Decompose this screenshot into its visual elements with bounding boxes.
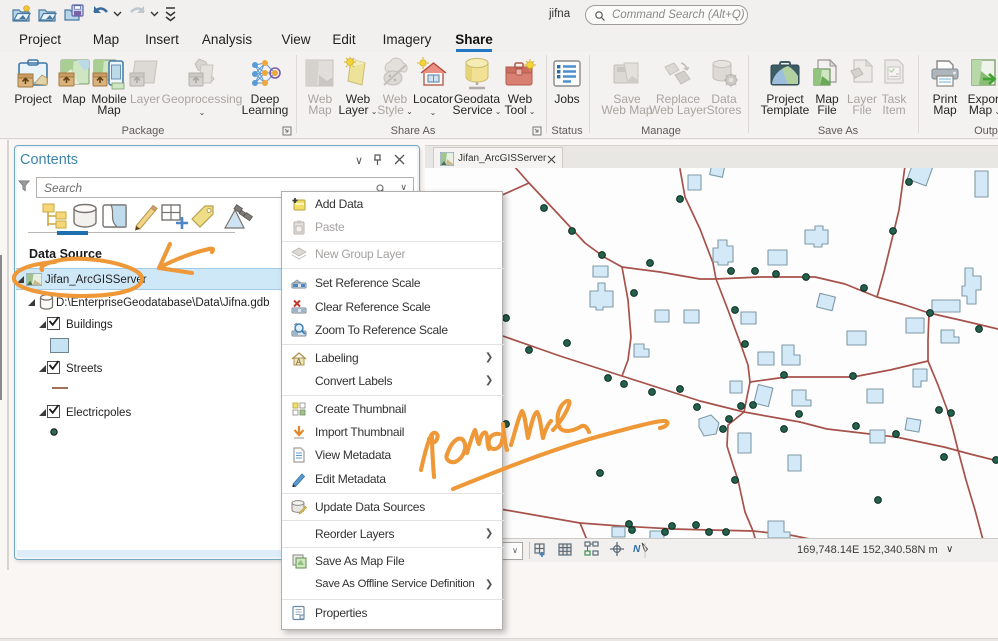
svg-text:N: N: [633, 544, 641, 555]
